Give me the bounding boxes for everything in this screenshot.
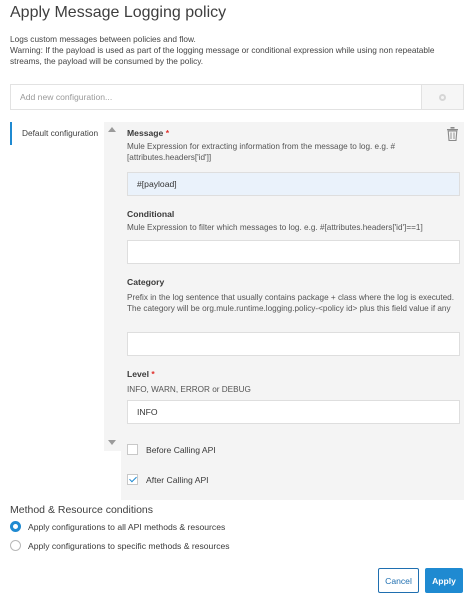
scroll-down-arrow-icon[interactable] [108,440,116,445]
message-help: Mule Expression for extracting informati… [127,142,396,162]
add-configuration-button[interactable] [421,85,463,109]
scroll-up-arrow-icon[interactable] [108,127,116,132]
radio-label-all-methods: Apply configurations to all API methods … [28,521,226,532]
gear-icon [439,93,446,101]
method-resource-title: Method & Resource conditions [10,504,153,516]
before-calling-api-label: Before Calling API [146,444,216,455]
after-calling-api-option[interactable]: After Calling API [127,474,209,485]
radio-button-selected[interactable] [10,521,21,532]
after-calling-api-checkbox[interactable] [127,474,138,485]
conditional-input[interactable] [127,240,460,264]
message-label-text: Message [127,128,164,138]
configuration-list: Default configuration [10,122,102,145]
conditional-label: Conditional [127,209,175,219]
category-input[interactable] [127,332,460,356]
category-help: Prefix in the log sentence that usually … [127,293,455,313]
add-configuration-input[interactable] [11,85,423,109]
policy-description: Logs custom messages between policies an… [10,34,465,67]
conditional-help: Mule Expression to filter which messages… [127,223,423,232]
radio-option-all-methods[interactable]: Apply configurations to all API methods … [10,521,225,532]
radio-option-specific-methods[interactable]: Apply configurations to specific methods… [10,540,230,551]
add-configuration-row [10,84,464,110]
before-calling-api-option[interactable]: Before Calling API [127,444,216,455]
trash-icon[interactable] [447,127,458,141]
radio-label-specific-methods: Apply configurations to specific methods… [28,540,230,551]
configuration-item-default[interactable]: Default configuration [10,122,102,145]
scrollbar[interactable] [104,122,121,451]
message-label: Message * [127,128,169,138]
required-marker: * [151,369,155,379]
before-calling-api-checkbox[interactable] [127,444,138,455]
level-help: INFO, WARN, ERROR or DEBUG [127,385,251,394]
level-label-text: Level [127,369,149,379]
apply-button[interactable]: Apply [425,568,463,593]
page-title: Apply Message Logging policy [10,4,227,21]
after-calling-api-label: After Calling API [146,474,209,485]
message-input[interactable] [127,172,460,196]
radio-button[interactable] [10,540,21,551]
level-label: Level * [127,369,155,379]
level-input[interactable] [127,400,460,424]
required-marker: * [165,128,170,138]
cancel-button[interactable]: Cancel [378,568,419,593]
warning-text: Warning: If the payload is used as part … [10,45,435,66]
category-label: Category [127,277,165,287]
description-text: Logs custom messages between policies an… [10,34,196,44]
configuration-form: Message * Mule Expression for extracting… [121,122,464,500]
